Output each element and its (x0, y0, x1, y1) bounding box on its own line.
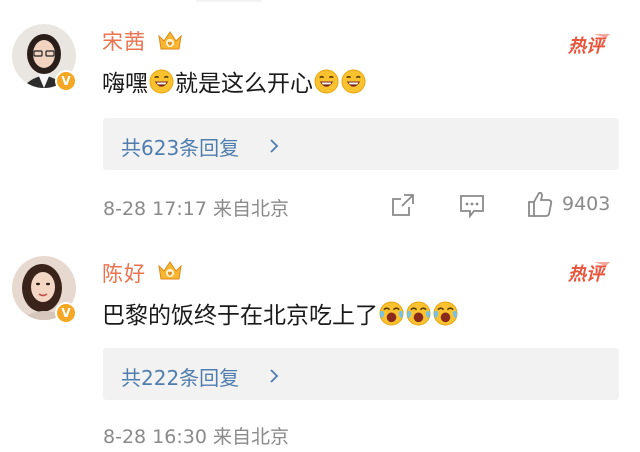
like-count: 9403 (562, 193, 611, 215)
comment-button[interactable] (458, 193, 486, 219)
like-icon (528, 191, 553, 217)
hot-comment-label: 热评 (567, 264, 607, 285)
crown-icon: ♥ (156, 258, 182, 282)
svg-text:♥: ♥ (167, 41, 172, 48)
svg-text:♥: ♥ (167, 271, 172, 278)
comment-meta: 8-28 16:30 来自北京 (103, 426, 289, 448)
like-button[interactable]: 9403 (526, 190, 610, 218)
comment-meta: 8-28 17:17 来自北京 (103, 198, 289, 220)
top-scroll-indicator (0, 0, 640, 4)
comment-item: V 宋茜 ♥ 热评 嗨嘿 就是这么开心 共623条回复 8-28 17:17 来… (0, 14, 640, 236)
chevron-right-icon (269, 138, 279, 153)
crying-laughing-emoji-icon (406, 300, 431, 326)
comment-text-part: 嗨嘿 (102, 71, 148, 97)
hot-comment-badge: 热评 (566, 32, 612, 57)
comment-text: 嗨嘿 就是这么开心 (102, 64, 367, 98)
comment-divider (0, 238, 640, 248)
share-icon (392, 194, 414, 216)
view-replies-button[interactable]: 共222条回复 (103, 348, 619, 400)
replies-count-label: 共222条回复 (121, 366, 240, 390)
laughing-emoji-icon (341, 68, 366, 94)
crown-icon: ♥ (156, 28, 182, 52)
comment-text: 巴黎的饭终于在北京吃上了 (102, 296, 459, 330)
hot-comment-label: 热评 (567, 36, 607, 57)
comment-icon (460, 195, 484, 219)
laughing-emoji-icon (149, 68, 174, 94)
share-button[interactable] (390, 192, 416, 218)
crying-laughing-emoji-icon (379, 300, 404, 326)
view-replies-button[interactable]: 共623条回复 (103, 118, 619, 170)
replies-count-label: 共623条回复 (121, 136, 240, 160)
commenter-name[interactable]: 宋茜 (102, 26, 146, 56)
comment-text-part: 就是这么开心 (175, 71, 313, 97)
laughing-emoji-icon (314, 68, 339, 94)
bottom-fade-overlay (380, 412, 620, 448)
verified-badge-icon: V (55, 302, 77, 324)
commenter-name[interactable]: 陈好 (102, 258, 146, 288)
crying-laughing-emoji-icon (433, 300, 458, 326)
hot-comment-badge: 热评 (566, 260, 612, 285)
chevron-right-icon (269, 368, 279, 383)
comment-text-part: 巴黎的饭终于在北京吃上了 (102, 303, 378, 329)
verified-badge-icon: V (55, 70, 77, 92)
